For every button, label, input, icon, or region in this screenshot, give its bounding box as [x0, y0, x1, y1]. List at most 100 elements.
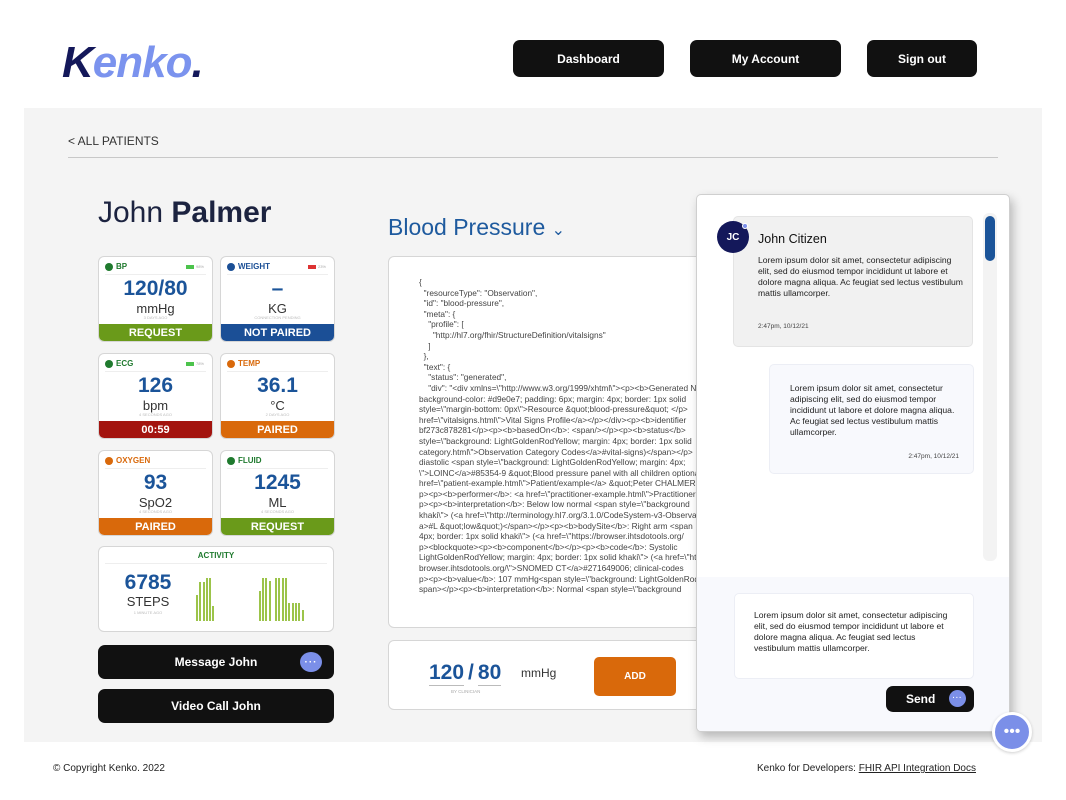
- vital-action-button[interactable]: PAIRED: [99, 518, 212, 535]
- json-line: href=\"vitalsigns.html\">Vital Signs Pro…: [419, 414, 687, 425]
- json-line: href=\"patient-example.html\">Patient/ex…: [419, 478, 702, 489]
- activity-bar: [275, 577, 278, 621]
- card-label: WEIGHT: [238, 262, 270, 271]
- copyright: © Copyright Kenko. 2022: [53, 763, 165, 774]
- activity-bar: [291, 603, 294, 621]
- vital-value: –: [271, 277, 284, 300]
- chevron-down-icon: ⌄: [551, 222, 566, 239]
- add-button[interactable]: ADD: [594, 657, 676, 696]
- kenko-logo[interactable]: Kenko.: [62, 38, 204, 88]
- battery-indicator: 23%: [307, 264, 326, 269]
- vital-card-weight[interactable]: WEIGHT 23% – KG CONNECTION PENDING NOT PAIRED: [220, 256, 335, 342]
- activity-bar: [281, 577, 284, 621]
- message-john-button[interactable]: Message John ···: [98, 645, 334, 679]
- activity-bar: [202, 582, 205, 621]
- contact-name: John Citizen: [758, 232, 827, 246]
- vital-action-button[interactable]: REQUEST: [221, 518, 334, 535]
- json-line: p><p><b>value</b>: 107 mmHg<span style=\…: [419, 573, 708, 584]
- json-line: background-color: #d9e0e7; padding: 6px;…: [419, 393, 687, 404]
- activity-card[interactable]: ACTIVITY 6785 STEPS 1 MINUTE AGO: [98, 546, 334, 632]
- divider: [105, 468, 206, 469]
- observation-select[interactable]: Blood Pressure ⌄: [388, 214, 565, 241]
- vital-card-ecg[interactable]: ECG 78% 126 bpm 4 SECONDS AGO 00:59: [98, 353, 213, 439]
- battery-icon: [307, 264, 316, 269]
- json-line: "div": "<div xmlns=\"http://www.w3.org/1…: [419, 382, 708, 393]
- vital-action-button[interactable]: NOT PAIRED: [221, 324, 334, 341]
- status-icon: [227, 262, 235, 271]
- activity-bar: [205, 577, 208, 621]
- message-input[interactable]: Lorem ipsum dolor sit amet, consectetur …: [734, 593, 974, 679]
- activity-chart: [196, 577, 306, 621]
- activity-bar: [199, 582, 202, 621]
- draft-text: Lorem ipsum dolor sit amet, consectetur …: [754, 610, 948, 653]
- activity-bar: [261, 577, 264, 621]
- activity-title: ACTIVITY: [197, 551, 235, 560]
- battery-indicator: 98%: [185, 264, 204, 269]
- separator: /: [468, 661, 474, 684]
- systolic-input[interactable]: 120: [429, 661, 465, 686]
- status-icon: [105, 456, 113, 465]
- vital-action-button[interactable]: 00:59: [99, 421, 212, 438]
- activity-bar: [285, 577, 288, 621]
- message-time: 2:47pm, 10/12/21: [758, 323, 809, 330]
- vital-card-temp[interactable]: TEMP 36.1 °C 2 DAYS AGO PAIRED: [220, 353, 335, 439]
- vital-unit: bpm: [142, 398, 169, 413]
- json-line: LightGoldenRodYellow; margin: 4px; borde…: [419, 552, 708, 563]
- card-header: BP: [105, 262, 127, 271]
- vital-card-fluid[interactable]: FLUID 1245 ML 4 SECONDS AGO REQUEST: [220, 450, 335, 536]
- entry-unit: mmHg: [521, 666, 557, 680]
- vital-value: 36.1: [257, 374, 298, 397]
- status-icon: [105, 359, 113, 368]
- all-patients-link[interactable]: < ALL PATIENTS: [68, 134, 159, 148]
- outgoing-message: Lorem ipsum dolor sit amet, consectetur …: [769, 364, 974, 474]
- activity-bar: [212, 605, 215, 621]
- diastolic-input[interactable]: 80: [477, 661, 502, 686]
- json-line: "status": "generated",: [419, 372, 507, 383]
- vital-action-button[interactable]: REQUEST: [99, 324, 212, 341]
- message-time: 2:47pm, 10/12/21: [908, 453, 959, 460]
- json-line: p><p><b>performer</b>: <a href=\"practit…: [419, 488, 696, 499]
- json-line: bf273c878281</p><p><b>basedOn</b>: <span…: [419, 425, 686, 436]
- steps-ago: 1 MINUTE AGO: [133, 610, 163, 615]
- scrollbar[interactable]: [983, 213, 997, 561]
- fhir-docs-link[interactable]: FHIR API Integration Docs: [859, 763, 976, 774]
- compose-area: Lorem ipsum dolor sit amet, consectetur …: [697, 577, 1009, 731]
- json-line: "meta": {: [419, 308, 456, 319]
- activity-bar: [294, 603, 297, 621]
- card-header: TEMP: [227, 359, 260, 368]
- send-button[interactable]: Send ···: [886, 686, 974, 712]
- vital-unit: °C: [270, 398, 285, 413]
- divider: [227, 468, 328, 469]
- json-line: browser.ihtsdotools.org/\">SNOMED CT</a>…: [419, 563, 684, 574]
- vital-value: 126: [137, 374, 174, 397]
- vital-unit: ML: [268, 495, 287, 510]
- sign-out-button[interactable]: Sign out: [867, 40, 977, 77]
- json-line: style=\"background: LightGoldenRodYellow…: [419, 435, 692, 446]
- vital-updated: 3 DAYS AGO: [143, 315, 168, 320]
- battery-indicator: 78%: [185, 361, 204, 366]
- fhir-json-viewer[interactable]: { "resourceType": "Observation", "id": "…: [388, 256, 708, 628]
- scrollbar-thumb[interactable]: [985, 216, 995, 261]
- battery-icon: [185, 361, 194, 366]
- json-line: span></p><p><b>interpretation</b>: Norma…: [419, 584, 682, 595]
- divider: [68, 157, 998, 158]
- divider: [227, 371, 328, 372]
- dashboard-button[interactable]: Dashboard: [513, 40, 664, 77]
- vital-updated: 2 DAYS AGO: [265, 412, 290, 417]
- json-line: \">LOINC</a>#85354-9 &quot;Blood pressur…: [419, 467, 702, 478]
- vital-action-button[interactable]: PAIRED: [221, 421, 334, 438]
- chat-bubble-icon: •••: [1003, 723, 1021, 740]
- chat-launcher-button[interactable]: •••: [992, 712, 1032, 752]
- vital-unit: KG: [268, 301, 287, 316]
- activity-bar: [209, 577, 212, 621]
- status-icon: [105, 262, 113, 271]
- vital-card-oxygen[interactable]: OXYGEN 93 SpO2 4 SECONDS AGO PAIRED: [98, 450, 213, 536]
- vital-updated: 4 SECONDS AGO: [261, 509, 294, 514]
- message-text: Lorem ipsum dolor sit amet, consectetur …: [758, 255, 963, 298]
- vital-updated: 4 SECONDS AGO: [139, 509, 172, 514]
- video-call-john-button[interactable]: Video Call John: [98, 689, 334, 723]
- vital-card-bp[interactable]: BP 98% 120/80 mmHg 3 DAYS AGO REQUEST: [98, 256, 213, 342]
- my-account-button[interactable]: My Account: [690, 40, 841, 77]
- json-line: style=\"margin-bottom: 0px\">Resource &q…: [419, 404, 688, 415]
- card-header: OXYGEN: [105, 456, 150, 465]
